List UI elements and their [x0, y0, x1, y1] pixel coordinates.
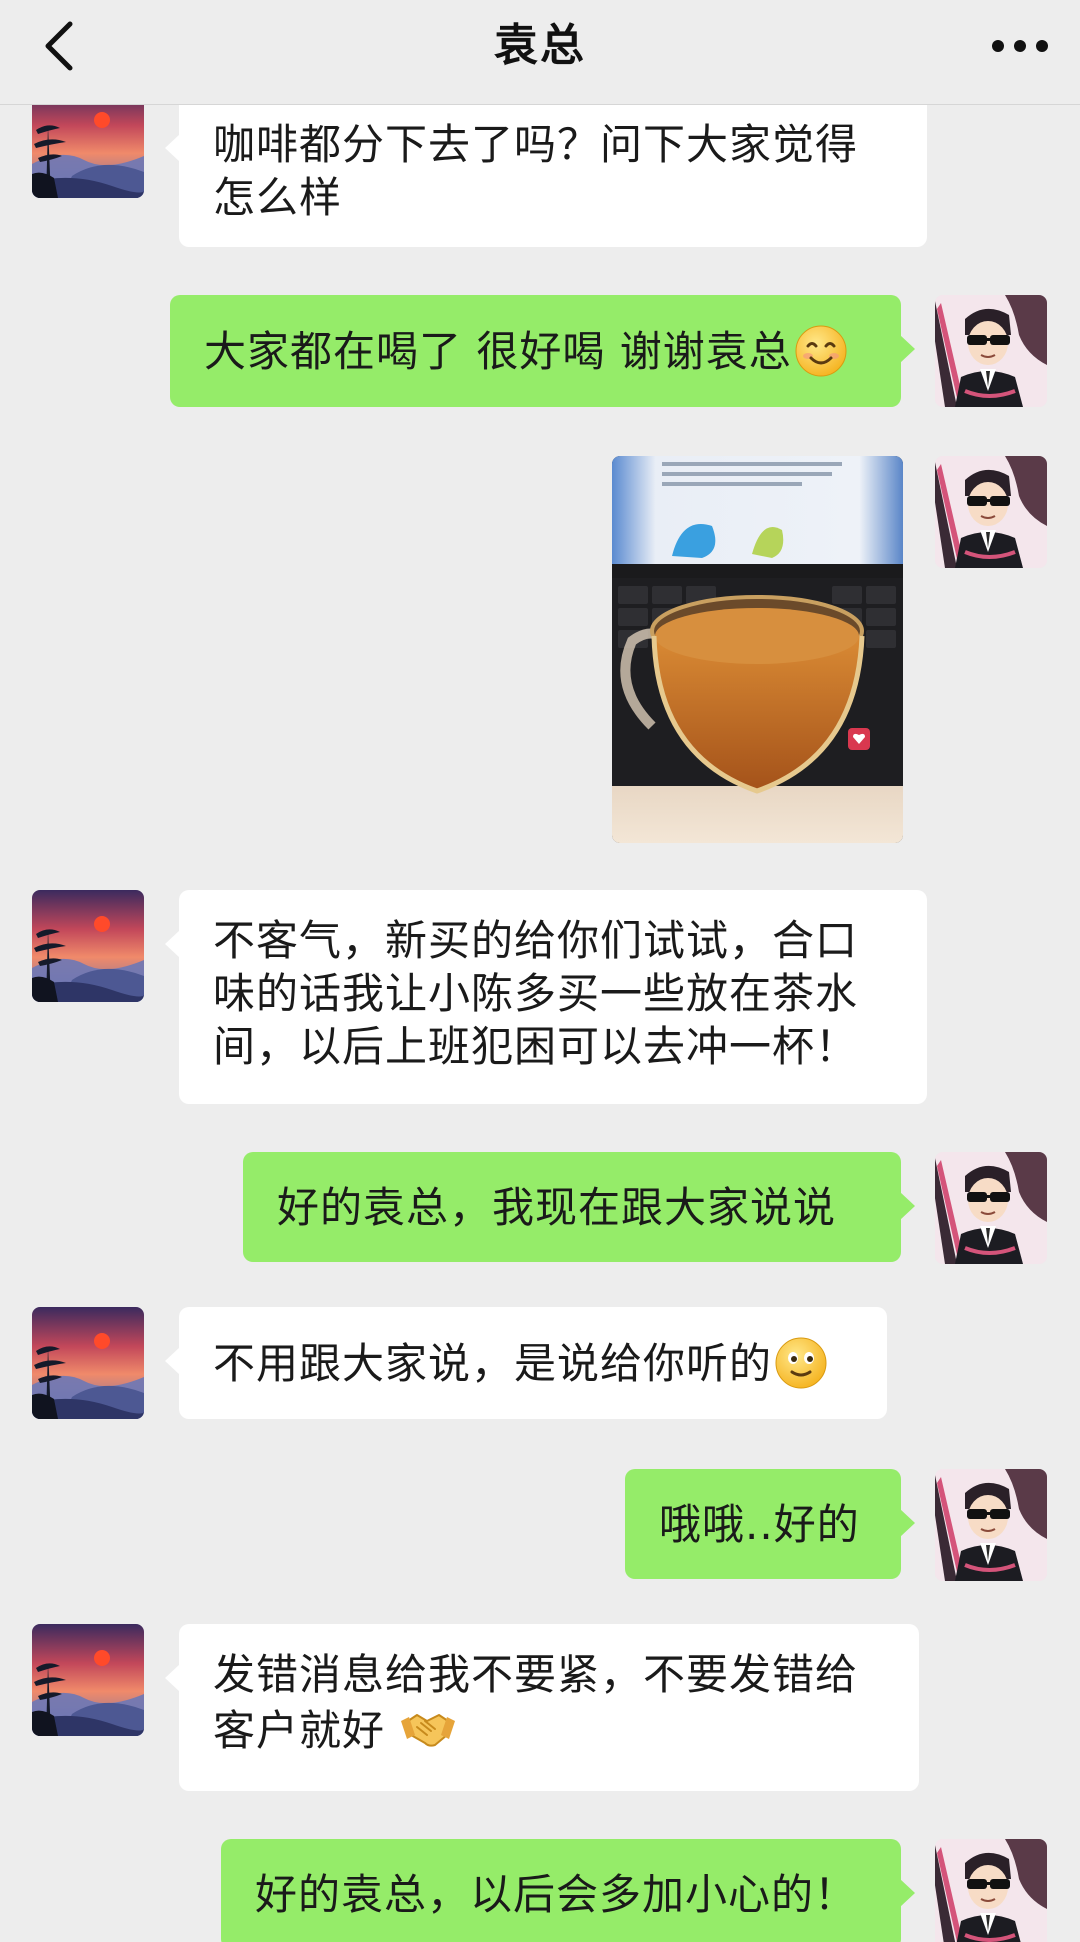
- more-button[interactable]: [984, 14, 1056, 78]
- message-bubble-incoming[interactable]: 咖啡都分下去了吗？问下大家觉得怎么样: [165, 94, 927, 247]
- handshake-emoji-icon: [401, 1714, 456, 1747]
- message-text: 好的袁总，我现在跟大家说说: [277, 1182, 837, 1232]
- tea-cup-photo: [612, 456, 903, 843]
- message-image-tea-cup[interactable]: [612, 456, 903, 843]
- contact-avatar[interactable]: [32, 890, 144, 1002]
- avatar-image: [935, 1469, 1047, 1581]
- message-bubble-incoming[interactable]: 不客气，新买的给你们试试，合口味的话我让小陈多买一些放在茶水间，以后上班犯困可以…: [165, 890, 927, 1104]
- chat-title: 袁总: [494, 20, 586, 71]
- message-bubble-outgoing[interactable]: 好的袁总，以后会多加小心的！: [221, 1839, 915, 1942]
- message-bubble-outgoing[interactable]: 好的袁总，我现在跟大家说说: [243, 1152, 915, 1262]
- smile-emoji-icon: [795, 325, 847, 377]
- message-text: 大家都在喝了 很好喝 谢谢袁总: [204, 326, 792, 376]
- message-text: 咖啡都分下去了吗？问下大家觉得怎么样: [213, 120, 859, 222]
- avatar-image: [935, 1839, 1047, 1942]
- message-bubble-incoming[interactable]: 发错消息给我不要紧，不要发错给客户就好: [165, 1624, 919, 1791]
- message-text: 不用跟大家说，是说给你听的: [213, 1338, 773, 1388]
- my-avatar[interactable]: [935, 1469, 1047, 1581]
- message-bubble-outgoing[interactable]: 大家都在喝了 很好喝 谢谢袁总: [170, 295, 915, 407]
- avatar-image: [935, 456, 1047, 568]
- avatar-image: [32, 1624, 144, 1736]
- avatar-image: [32, 890, 144, 1002]
- contact-avatar[interactable]: [32, 1624, 144, 1736]
- chat-screen: 袁总 咖啡都分下去了吗？问下大家觉得怎么样 大家都在喝了 很好喝 谢谢袁总 不客…: [0, 0, 1080, 1942]
- my-avatar[interactable]: [935, 295, 1047, 407]
- slight-smile-emoji-icon: [775, 1337, 827, 1389]
- message-bubble-outgoing[interactable]: 哦哦..好的: [625, 1469, 915, 1579]
- contact-avatar[interactable]: [32, 1307, 144, 1419]
- message-text: 好的袁总，以后会多加小心的！: [255, 1869, 858, 1919]
- avatar-image: [32, 1307, 144, 1419]
- my-avatar[interactable]: [935, 1839, 1047, 1942]
- my-avatar[interactable]: [935, 1152, 1047, 1264]
- message-text: 发错消息给我不要紧，不要发错给客户就好: [213, 1650, 859, 1755]
- message-bubble-incoming[interactable]: 不用跟大家说，是说给你听的: [165, 1307, 887, 1419]
- more-dots-icon: [992, 40, 1048, 52]
- avatar-image: [935, 295, 1047, 407]
- my-avatar[interactable]: [935, 456, 1047, 568]
- avatar-image: [935, 1152, 1047, 1264]
- message-text: 哦哦..好的: [659, 1499, 860, 1549]
- chat-header: 袁总: [0, 0, 1080, 105]
- message-text: 不客气，新买的给你们试试，合口味的话我让小陈多买一些放在茶水间，以后上班犯困可以…: [213, 916, 859, 1071]
